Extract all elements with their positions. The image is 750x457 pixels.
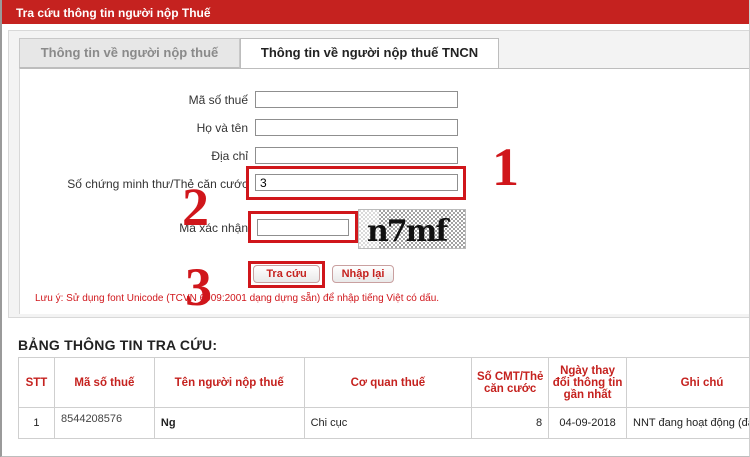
captcha-text: n7mf <box>367 214 450 249</box>
captcha-noise-pattern: n7mf <box>359 210 465 249</box>
col-tax-code[interactable]: Mã số thuế <box>53 357 155 408</box>
tax-code-input[interactable] <box>255 91 458 108</box>
cell-tax-agency: Chi cục <box>303 407 473 439</box>
captcha-image: n7mf <box>358 209 466 249</box>
name-input[interactable] <box>255 119 458 136</box>
address-input[interactable] <box>255 147 458 164</box>
reset-button[interactable]: Nhập lại <box>332 265 394 283</box>
col-id-number[interactable]: Số CMT/Thẻ căn cước <box>471 357 550 408</box>
cell-taxpayer-name[interactable]: Ng <box>153 407 305 439</box>
highlight-box-2 <box>248 211 358 243</box>
cell-id-number: 8 <box>471 407 550 439</box>
id-number-label: Số chứng minh thư/Thẻ căn cước <box>67 177 248 191</box>
results-title: BẢNG THÔNG TIN TRA CỨU: <box>18 337 218 353</box>
address-label: Địa chỉ <box>211 149 248 163</box>
cell-stt: 1 <box>18 407 55 439</box>
col-taxpayer-name[interactable]: Tên người nộp thuế <box>153 357 305 408</box>
step-number-2: 2 <box>182 177 209 237</box>
results-table: STT Mã số thuế Tên người nộp thuế Cơ qua… <box>18 357 749 439</box>
table-row[interactable]: 1 8544208576 Ng Chi cục 8 04-09-2018 NNT… <box>18 407 749 439</box>
col-tax-agency[interactable]: Cơ quan thuế <box>303 357 473 408</box>
cell-tax-code: 8544208576 <box>53 407 155 439</box>
cell-last-changed: 04-09-2018 <box>548 407 627 439</box>
results-header-row: STT Mã số thuế Tên người nộp thuế Cơ qua… <box>18 357 749 408</box>
highlight-box-3 <box>248 261 325 288</box>
window-title: Tra cứu thông tin người nộp Thuế <box>2 0 749 24</box>
col-last-changed[interactable]: Ngày thay đổi thông tin gần nhất <box>548 357 627 408</box>
name-label: Họ và tên <box>196 121 248 135</box>
unicode-font-note: Lưu ý: Sử dụng font Unicode (TCVN 6909:2… <box>35 293 440 304</box>
col-stt[interactable]: STT <box>18 357 55 408</box>
tax-code-label: Mã số thuế <box>188 93 248 107</box>
highlight-box-1 <box>246 166 466 200</box>
col-note[interactable]: Ghi chú <box>626 357 749 408</box>
cell-note: NNT đang hoạt động (đã <box>626 407 749 439</box>
step-number-1: 1 <box>492 137 519 197</box>
step-number-3: 3 <box>185 257 212 317</box>
page-frame: Tra cứu thông tin người nộp Thuế Thông t… <box>0 0 750 457</box>
tab-taxpayer-info[interactable]: Thông tin về người nộp thuế <box>19 38 240 68</box>
tab-personal-taxpayer-info[interactable]: Thông tin về người nộp thuế TNCN <box>240 38 499 69</box>
